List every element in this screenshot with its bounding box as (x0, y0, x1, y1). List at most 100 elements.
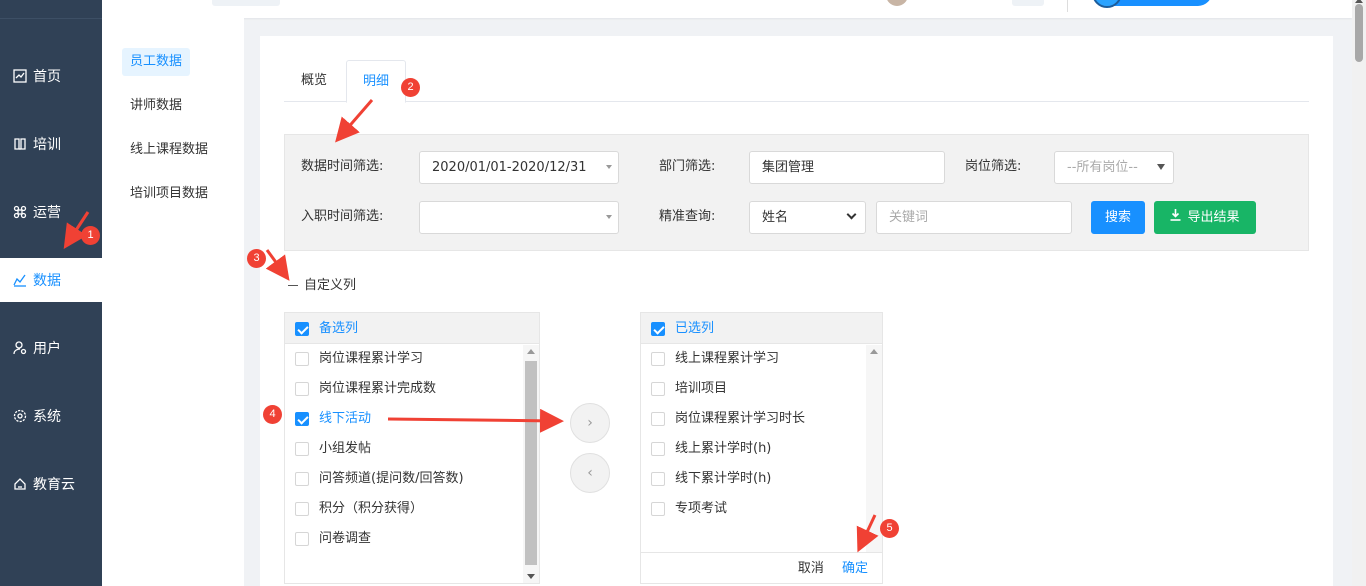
tab-detail[interactable]: 明细 (346, 60, 406, 103)
sidebar-item-home[interactable]: 首页 (0, 54, 102, 98)
list-item[interactable]: 岗位课程累计完成数 (285, 374, 539, 404)
page-scrollbar-thumb[interactable] (1355, 4, 1363, 62)
item-label: 小组发帖 (319, 441, 372, 456)
entry-time-picker[interactable] (419, 201, 619, 234)
sidebar-item-users[interactable]: 用户 (0, 326, 102, 370)
book-icon (12, 136, 28, 152)
list-item[interactable]: 线上累计学时(h) (641, 434, 882, 464)
data-time-value: 2020/01/01-2020/12/31 (432, 160, 587, 175)
tab-overview[interactable]: 概览 (284, 60, 344, 102)
item-checkbox[interactable] (295, 381, 309, 396)
available-columns-header[interactable]: 备选列 (285, 313, 539, 344)
scroll-up-icon[interactable] (870, 349, 878, 354)
page-scrollbar[interactable] (1352, 0, 1366, 586)
selected-columns-header[interactable]: 已选列 (641, 313, 882, 344)
data-time-label: 数据时间筛选: (301, 159, 384, 174)
exact-query-label: 精准查询: (659, 209, 716, 224)
sidebar-item-label: 运营 (33, 205, 61, 221)
scrollbar-thumb[interactable] (525, 361, 537, 565)
subnav-item-lecturer-data[interactable]: 讲师数据 (122, 92, 190, 120)
list-item[interactable]: 岗位课程累计学习 (285, 344, 539, 374)
list-scrollbar[interactable] (866, 345, 882, 553)
custom-columns-toggle[interactable]: 自定义列 (288, 276, 356, 296)
list-item[interactable]: 岗位课程累计学习时长 (641, 404, 882, 434)
item-checkbox[interactable] (295, 441, 309, 456)
keyword-input[interactable]: 关键词 (876, 201, 1072, 234)
item-checkbox[interactable] (651, 441, 665, 456)
list-item[interactable]: 线上课程累计学习 (641, 344, 882, 374)
list-item[interactable]: 问答频道(提问数/回答数) (285, 464, 539, 494)
item-checkbox[interactable] (295, 471, 309, 486)
dept-field[interactable]: 集团管理 (749, 151, 945, 184)
download-icon (1170, 201, 1181, 234)
item-label: 线下累计学时(h) (675, 471, 772, 486)
item-label: 岗位课程累计学习 (319, 351, 424, 366)
sidebar-item-system[interactable]: 系统 (0, 394, 102, 438)
custom-columns-label: 自定义列 (304, 278, 357, 293)
list-item[interactable]: 线下累计学时(h) (641, 464, 882, 494)
export-button[interactable]: 导出结果 (1154, 201, 1256, 234)
item-checkbox[interactable] (295, 411, 309, 426)
cancel-button[interactable]: 取消 (798, 561, 824, 576)
main-panel: 概览 明细 数据时间筛选: 2020/01/01-2020/12/31 部门筛选… (260, 36, 1333, 586)
annotation-marker: 2 (401, 78, 420, 97)
confirm-button[interactable]: 确定 (842, 561, 868, 576)
dept-label: 部门筛选: (659, 159, 716, 174)
sidebar-item-label: 培训 (33, 137, 61, 153)
move-left-button[interactable]: ‹ (570, 453, 610, 493)
subnav-item-training-project-data[interactable]: 培训项目数据 (122, 180, 216, 208)
annotation-marker: 1 (81, 226, 100, 245)
list-scrollbar[interactable] (523, 345, 539, 583)
scroll-down-icon[interactable] (527, 574, 535, 579)
data-subnav: 员工数据 讲师数据 线上课程数据 培训项目数据 (102, 18, 244, 586)
subnav-item-staff-data[interactable]: 员工数据 (122, 48, 191, 76)
annotation-marker: 3 (247, 249, 266, 268)
header-search-box[interactable] (212, 0, 280, 6)
sidebar-item-data[interactable]: 数据 (0, 258, 102, 302)
item-checkbox[interactable] (651, 471, 665, 486)
subnav-item-online-course-data[interactable]: 线上课程数据 (122, 136, 216, 164)
header-icon-button[interactable] (1012, 0, 1044, 6)
item-label: 岗位课程累计学习时长 (675, 411, 806, 426)
list-item[interactable]: 小组发帖 (285, 434, 539, 464)
list-item[interactable]: 积分（积分获得） (285, 494, 539, 524)
list-item[interactable]: 培训项目 (641, 374, 882, 404)
move-right-button[interactable]: › (570, 403, 610, 443)
select-all-checkbox[interactable] (651, 321, 665, 336)
select-all-checkbox[interactable] (295, 321, 309, 336)
search-button[interactable]: 搜索 (1091, 201, 1145, 234)
item-label: 线上累计学时(h) (675, 441, 772, 456)
item-checkbox[interactable] (651, 501, 665, 516)
exact-field-select[interactable]: 姓名 (749, 201, 866, 234)
sidebar-item-training[interactable]: 培训 (0, 122, 102, 166)
item-checkbox[interactable] (651, 381, 665, 396)
list-item[interactable]: 问卷调查 (285, 524, 539, 554)
chevron-down-icon (846, 209, 857, 220)
user-avatar[interactable] (886, 0, 908, 6)
item-checkbox[interactable] (651, 351, 665, 366)
item-label: 岗位课程累计完成数 (319, 381, 437, 396)
list-item[interactable]: 专项考试 (641, 494, 882, 524)
annotation-marker: 5 (880, 519, 899, 538)
post-value: --所有岗位-- (1067, 160, 1138, 175)
item-checkbox[interactable] (295, 531, 309, 546)
available-columns-title: 备选列 (319, 321, 359, 336)
item-checkbox[interactable] (295, 501, 309, 516)
selected-columns-panel: 已选列 线上课程累计学习 培训项目 岗位课程累计学习时长 线上累计学时(h) 线… (640, 312, 883, 584)
dept-value: 集团管理 (762, 160, 815, 175)
top-header (102, 0, 1352, 18)
item-checkbox[interactable] (651, 411, 665, 426)
scroll-up-icon[interactable] (527, 349, 535, 354)
item-label: 专项考试 (675, 501, 728, 516)
item-checkbox[interactable] (295, 351, 309, 366)
user-settings-icon (12, 340, 28, 356)
caret-down-icon (1157, 164, 1165, 170)
cloud-home-icon (12, 476, 28, 492)
export-button-label: 导出结果 (1187, 210, 1240, 225)
list-item[interactable]: 线下活动 (285, 404, 539, 434)
post-select[interactable]: --所有岗位-- (1054, 151, 1174, 184)
data-time-picker[interactable]: 2020/01/01-2020/12/31 (419, 151, 619, 184)
sidebar-item-edu-cloud[interactable]: 教育云 (0, 462, 102, 506)
chevron-right-icon: › (587, 415, 593, 431)
scroll-up-icon[interactable] (1355, 0, 1363, 3)
